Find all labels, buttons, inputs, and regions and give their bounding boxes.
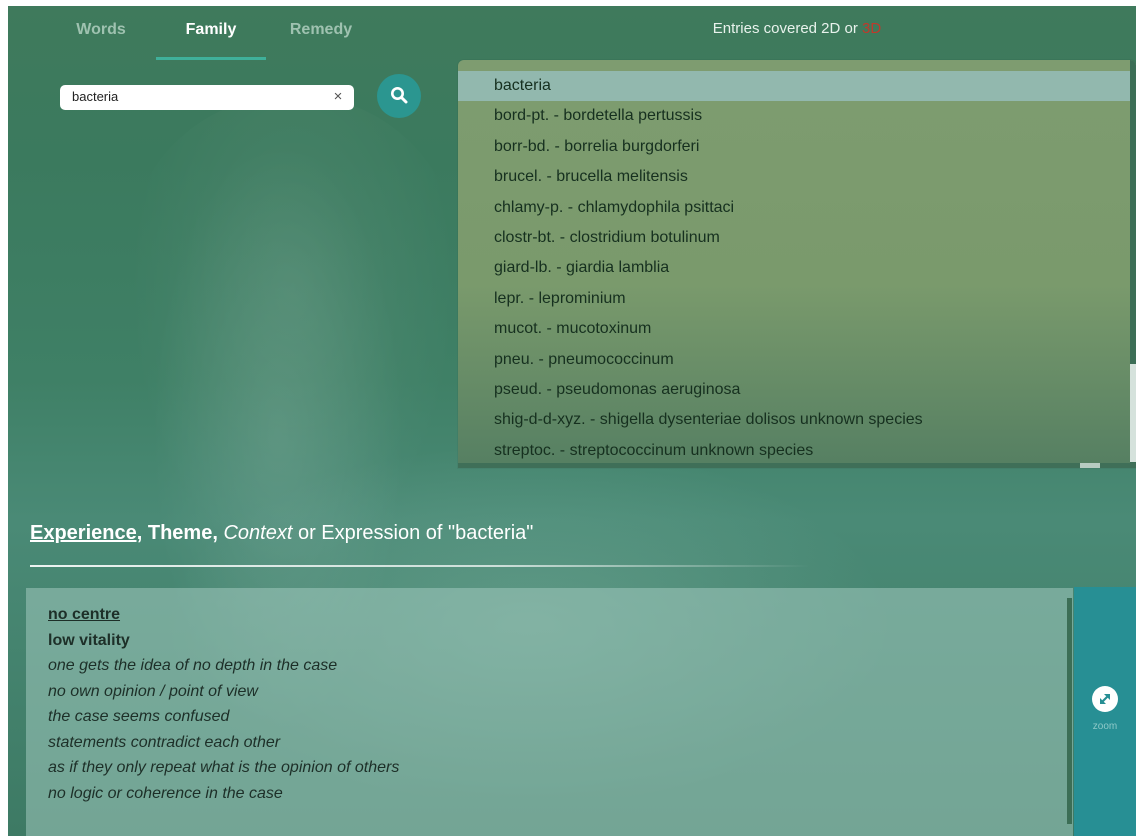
title-experience: Experience, [30, 522, 143, 544]
result-item[interactable]: lepr. - leprominium [458, 284, 1136, 314]
tab-family[interactable]: Family [156, 6, 266, 60]
content-line: statements contradict each other [48, 733, 281, 751]
result-item[interactable]: chlamy-p. - chlamydophila psittaci [458, 193, 1136, 223]
content-line: low vitality [48, 631, 130, 649]
search-icon [391, 87, 408, 104]
result-item[interactable]: streptoc. - streptococcinum unknown spec… [458, 436, 1136, 466]
content-line: one gets the idea of no depth in the cas… [48, 657, 338, 674]
result-item[interactable]: brucel. - brucella melitensis [458, 162, 1136, 192]
content-line: no centre [48, 606, 121, 623]
title-rest: or Expression of "bacteria" [297, 522, 534, 544]
result-item[interactable]: pseud. - pseudomonas aeruginosa [458, 375, 1136, 405]
result-item[interactable]: bord-pt. - bordetella pertussis [458, 101, 1136, 131]
app-window: Words Family Remedy × Entries covered 2D… [8, 6, 1136, 836]
search-box: × [60, 85, 354, 110]
search-button[interactable] [377, 74, 421, 118]
entries-header-text: Entries covered 2D or [712, 20, 863, 37]
result-item[interactable]: clostr-bt. - clostridium botulinum [458, 223, 1136, 253]
result-item[interactable]: borr-bd. - borrelia burgdorferi [458, 132, 1136, 162]
tab-bar: Words Family Remedy [46, 6, 376, 62]
content-line: no logic or coherence in the case [48, 784, 283, 802]
zoom-button[interactable]: zoom [1074, 587, 1136, 836]
result-list-scrollbar[interactable] [1130, 60, 1136, 468]
result-items: bacteria bord-pt. - bordetella pertussis b… [458, 60, 1136, 466]
content-panel: no centre low vitality one gets the idea o… [26, 588, 1073, 836]
result-list-scroll-thumb[interactable] [1130, 364, 1136, 462]
tab-remedy[interactable]: Remedy [266, 6, 376, 60]
result-list-hscroll-thumb[interactable] [1080, 463, 1100, 468]
content-line: as if they only repeat what is the opini… [48, 759, 400, 776]
content-line: the case seems confused [48, 708, 230, 725]
tab-words[interactable]: Words [46, 6, 156, 60]
result-item[interactable]: mucot. - mucotoxinum [458, 314, 1136, 344]
expand-icon [1092, 686, 1118, 712]
title-context: Context [223, 522, 293, 544]
result-item[interactable]: pneu. - pneumococcinum [458, 345, 1136, 375]
result-item[interactable]: bacteria [458, 71, 1136, 102]
entries-coverage-header: Entries covered 2D or 3D [458, 20, 1136, 37]
background-decoration [128, 96, 458, 576]
title-theme: Theme, [147, 522, 218, 544]
result-item[interactable]: shig-d-d-xyz. - shigella dysenteriae dol… [458, 405, 1136, 435]
search-input[interactable] [60, 85, 322, 108]
result-list[interactable]: bacteria bord-pt. - bordetella pertussis b… [458, 60, 1136, 468]
title-divider [30, 565, 810, 567]
clear-search-button[interactable]: × [330, 87, 346, 107]
entries-header-highlight: 3D [862, 20, 882, 37]
section-title: Experience, Theme, Context or Expression… [30, 522, 533, 545]
content-scrollbar[interactable] [1067, 598, 1072, 824]
result-item[interactable]: giard-lb. - giardia lamblia [458, 253, 1136, 283]
result-list-hscrollbar[interactable] [458, 463, 1136, 468]
content-line: no own opinion / point of view [48, 682, 258, 700]
zoom-label: zoom [1092, 721, 1118, 732]
